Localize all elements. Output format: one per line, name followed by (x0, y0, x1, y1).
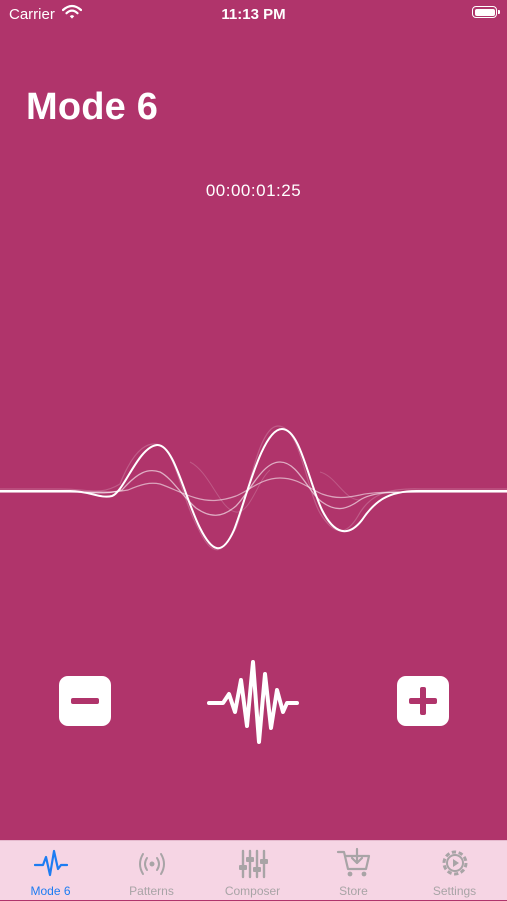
tab-settings[interactable]: Settings (404, 841, 505, 901)
status-bar: Carrier 11:13 PM (0, 0, 507, 30)
tab-label: Composer (224, 884, 281, 898)
tab-store[interactable]: Store (303, 841, 404, 901)
tab-label: Settings (432, 884, 477, 898)
minus-icon (71, 698, 99, 704)
tab-bar: Mode 6 Patterns Composer Store Settings (0, 840, 507, 900)
vibration-pulse-icon[interactable] (207, 656, 299, 748)
heartbeat-icon (33, 849, 68, 877)
tab-label: Patterns (129, 884, 174, 898)
decrease-button[interactable] (59, 676, 111, 726)
waveform-visualization (0, 425, 507, 551)
cart-icon (336, 847, 370, 877)
plus-icon (420, 687, 426, 715)
tab-label: Store (339, 884, 368, 898)
broadcast-icon (138, 853, 165, 875)
tab-composer[interactable]: Composer (202, 841, 303, 901)
status-time: 11:13 PM (221, 6, 286, 23)
tab-patterns[interactable]: Patterns (101, 841, 202, 901)
increase-button[interactable] (397, 676, 449, 726)
tab-mode[interactable]: Mode 6 (0, 841, 101, 901)
battery-icon (472, 6, 500, 18)
page-title: Mode 6 (26, 86, 159, 128)
sliders-icon (238, 849, 268, 879)
elapsed-timer: 00:00:01:25 (205, 181, 302, 200)
gear-icon (442, 850, 467, 876)
tab-label: Mode 6 (30, 884, 71, 898)
